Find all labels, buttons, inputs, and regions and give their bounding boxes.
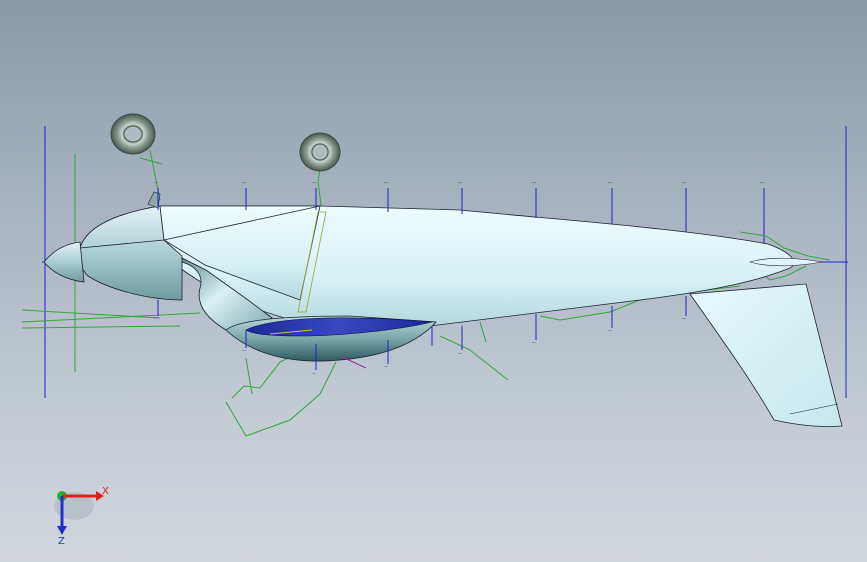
svg-text:—: —	[312, 371, 316, 376]
svg-text:—: —	[312, 180, 316, 185]
model-scene[interactable]: — — — — — — — — — — — — — — — — —	[0, 0, 867, 562]
svg-text:—: —	[458, 180, 462, 185]
sketch-line	[439, 335, 509, 381]
sketch-line	[21, 312, 201, 323]
cad-viewport[interactable]: — — — — — — — — — — — — — — — — — X Z	[0, 0, 867, 562]
svg-text:—: —	[154, 315, 158, 320]
svg-text:—: —	[760, 180, 764, 185]
svg-text:—: —	[682, 180, 686, 185]
svg-text:—: —	[532, 340, 536, 345]
sketch-line	[139, 157, 163, 165]
svg-text:—: —	[458, 351, 462, 356]
spinner[interactable]	[43, 241, 85, 283]
z-axis-label: Z	[58, 536, 65, 547]
tail-cone	[748, 257, 823, 267]
coordinate-triad: X Z	[54, 486, 109, 547]
svg-text:—: —	[384, 364, 388, 369]
svg-text:—: —	[608, 180, 612, 185]
main-wheel-tire[interactable]	[110, 113, 156, 155]
svg-text:—: —	[532, 180, 536, 185]
horizontal-stabilizer[interactable]	[689, 283, 843, 427]
x-axis-label: X	[102, 486, 109, 497]
svg-text:—: —	[682, 316, 686, 321]
station-labels-top: — — — — — — — — —	[154, 180, 764, 185]
svg-text:—: —	[384, 180, 388, 185]
sketch-gear-strut	[317, 167, 323, 213]
sketch-line	[245, 357, 253, 395]
svg-text:—: —	[242, 180, 246, 185]
z-axis-arrowhead	[57, 526, 67, 535]
sketch-line	[21, 325, 181, 329]
sketch-line	[21, 309, 161, 319]
nose-wheel-tire[interactable]	[299, 132, 341, 172]
sketch-gear-profile	[225, 361, 337, 437]
svg-text:—: —	[154, 180, 158, 185]
svg-text:—: —	[242, 348, 246, 353]
sketch-line	[479, 321, 487, 343]
svg-text:—: —	[608, 328, 612, 333]
